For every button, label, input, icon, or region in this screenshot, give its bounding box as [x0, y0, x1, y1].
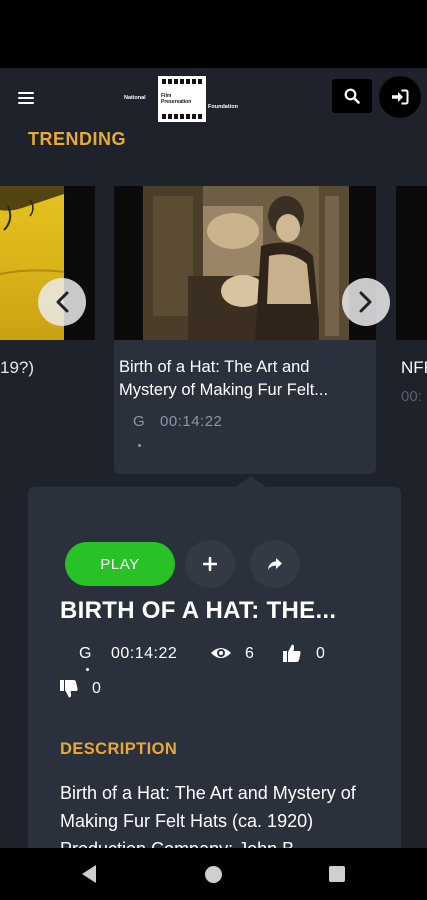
detail-dislike-row: 0	[28, 678, 401, 702]
film-strip-logo-icon: Film Preservation	[156, 74, 208, 124]
trending-card-main-rating: G	[133, 413, 145, 430]
add-to-list-button[interactable]	[185, 540, 235, 588]
search-icon	[344, 88, 360, 104]
chevron-left-icon	[56, 291, 69, 313]
eye-icon	[211, 648, 231, 658]
home-icon[interactable]	[205, 866, 222, 883]
rating-dot	[138, 444, 141, 447]
detail-title: BIRTH OF A HAT: THE...	[60, 597, 337, 624]
detail-meta-row: G 00:14:22 6 0	[28, 642, 401, 672]
detail-rating: G	[79, 645, 92, 662]
trending-heading: TRENDING	[28, 129, 126, 149]
thumbs-up-icon[interactable]	[282, 643, 302, 663]
plus-icon	[203, 557, 217, 571]
carousel-next-button[interactable]	[342, 278, 390, 326]
detail-dislikes-count: 0	[92, 680, 101, 697]
app-screen: National Film Preservation Foundation TR…	[0, 68, 427, 848]
detail-panel: PLAY BIRTH OF A HAT: THE... G 00:14:22 6	[28, 487, 401, 848]
rating-dot	[86, 668, 89, 671]
search-button[interactable]	[332, 79, 372, 113]
play-button[interactable]: PLAY	[65, 542, 175, 586]
trending-card-right-duration: 00:	[401, 388, 422, 405]
recent-apps-icon[interactable]	[329, 866, 345, 882]
nfpf-logo[interactable]: National Film Preservation Foundation	[124, 74, 252, 124]
login-button[interactable]	[379, 76, 421, 118]
detail-likes-count: 0	[316, 645, 325, 662]
carousel-prev-button[interactable]	[38, 278, 86, 326]
description-text: Birth of a Hat: The Art and Mystery of M…	[60, 783, 356, 848]
trending-card-right-thumbnail[interactable]	[396, 186, 427, 340]
description-heading: DESCRIPTION	[60, 740, 178, 758]
back-icon[interactable]	[80, 864, 98, 884]
thumbs-down-icon[interactable]	[59, 679, 79, 699]
trending-card-main-duration: 00:14:22	[160, 413, 223, 430]
logo-text-foundation: Foundation	[208, 104, 238, 110]
detail-duration: 00:14:22	[111, 645, 178, 662]
trending-card-main-info[interactable]: Birth of a Hat: The Art and Mystery of M…	[114, 340, 376, 474]
trending-card-left-title[interactable]: 19?)	[0, 358, 34, 378]
hamburger-menu-icon[interactable]	[18, 92, 34, 104]
share-button[interactable]	[250, 540, 300, 588]
detail-views-count: 6	[245, 645, 254, 662]
status-bar	[0, 0, 427, 68]
trending-card-main-thumbnail[interactable]	[114, 186, 376, 340]
sign-in-icon	[392, 89, 409, 105]
logo-text-preservation: Preservation	[161, 99, 192, 105]
trending-card-main-title: Birth of a Hat: The Art and Mystery of M…	[119, 358, 329, 399]
chevron-right-icon	[359, 291, 372, 313]
android-nav-bar	[0, 848, 427, 900]
trending-card-right-title[interactable]: NFF	[401, 358, 427, 378]
logo-text-national: National	[124, 95, 146, 101]
share-icon	[268, 558, 282, 570]
